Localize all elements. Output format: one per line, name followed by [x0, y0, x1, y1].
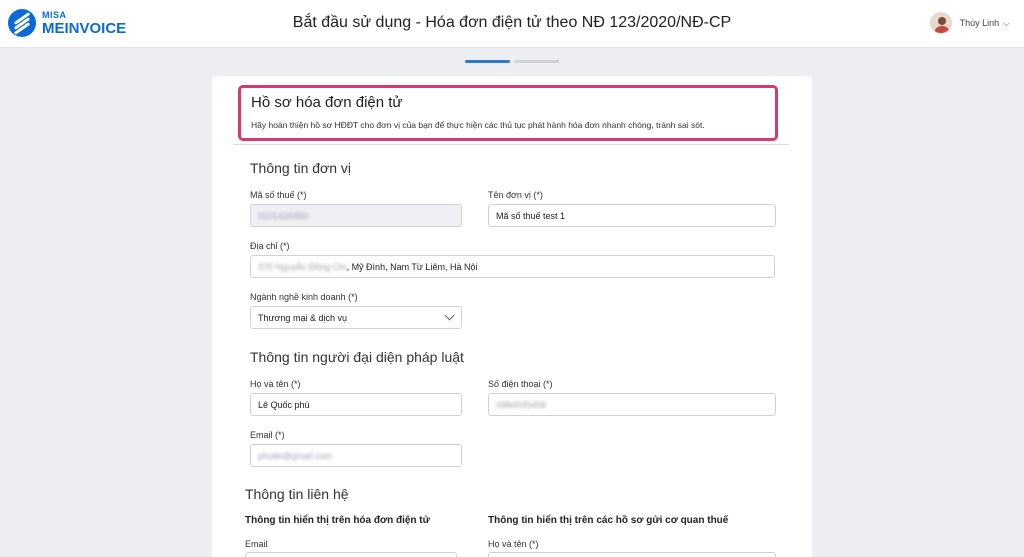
business-value: Thương mại & dịch vụ	[258, 313, 347, 323]
intro-title: Hồ sơ hóa đơn điện tử	[251, 94, 403, 111]
intro-description: Hãy hoàn thiện hồ sơ HĐĐT cho đơn vị của…	[251, 120, 705, 130]
avatar	[929, 12, 952, 34]
unit-name-value: Mã số thuế test 1	[496, 211, 566, 221]
tax-code-field: 0101426950	[250, 204, 462, 227]
rep-name-field[interactable]: Lê Quốc phú	[250, 393, 462, 416]
contact-email-label: Email	[245, 539, 268, 549]
contact-email-field[interactable]	[245, 552, 457, 557]
rep-email-value: phulle@gmail.com	[258, 451, 333, 461]
unit-name-field[interactable]: Mã số thuế test 1	[488, 204, 776, 227]
intro-box: Hồ sơ hóa đơn điện tử Hãy hoàn thiện hồ …	[238, 85, 778, 141]
step-2-indicator	[514, 60, 559, 63]
page-title: Bắt đầu sử dụng - Hóa đơn điện tử theo N…	[292, 14, 732, 31]
rep-email-field[interactable]: phulle@gmail.com	[250, 444, 462, 467]
contact-title: Thông tin liên hệ	[245, 486, 349, 502]
rep-name-label: Họ và tên (*)	[250, 379, 301, 389]
address-field[interactable]: 370 Nguyễn Đông Chi, Mỹ Đình, Nam Từ Liê…	[250, 255, 775, 278]
invoice-display-subtitle: Thông tin hiển thị trên hóa đơn điện tử	[245, 515, 430, 526]
top-bar: MISA MEINVOICE Bắt đầu sử dụng - Hóa đơn…	[0, 0, 1024, 48]
address-value: , Mỹ Đình, Nam Từ Liêm, Hà Nội	[346, 262, 478, 272]
business-select[interactable]: Thương mại & dịch vụ	[250, 306, 462, 329]
rep-name-value: Lê Quốc phú	[258, 400, 310, 410]
contact-name-field[interactable]	[488, 552, 776, 557]
step-indicator	[465, 60, 563, 63]
tax-code-label: Mã số thuế (*)	[250, 190, 307, 200]
address-hidden-part: 370 Nguyễn Đông Chi	[258, 262, 347, 272]
rep-phone-value: 0984935458	[496, 400, 547, 410]
chevron-down-icon	[444, 310, 455, 321]
contact-name-label: Họ và tên (*)	[488, 539, 539, 549]
legal-rep-title: Thông tin người đại diện pháp luật	[250, 349, 464, 365]
unit-info-title: Thông tin đơn vị	[250, 160, 352, 176]
unit-name-label: Tên đơn vị (*)	[488, 190, 543, 200]
tax-code-value: 0101426950	[258, 211, 309, 221]
divider	[233, 144, 789, 145]
rep-phone-label: Số điện thoại (*)	[488, 379, 553, 389]
user-name: Thùy Linh	[959, 18, 1000, 28]
tax-display-subtitle: Thông tin hiển thị trên các hồ sơ gửi cơ…	[488, 515, 729, 526]
business-label: Ngành nghề kinh doanh (*)	[250, 292, 358, 302]
user-menu[interactable]: Thùy Linh ⌵	[929, 12, 1010, 34]
chevron-down-icon: ⌵	[1003, 17, 1010, 28]
address-label: Địa chỉ (*)	[250, 241, 290, 251]
step-1-indicator	[465, 60, 510, 63]
rep-phone-field[interactable]: 0984935458	[488, 393, 776, 416]
rep-email-label: Email (*)	[250, 430, 285, 440]
